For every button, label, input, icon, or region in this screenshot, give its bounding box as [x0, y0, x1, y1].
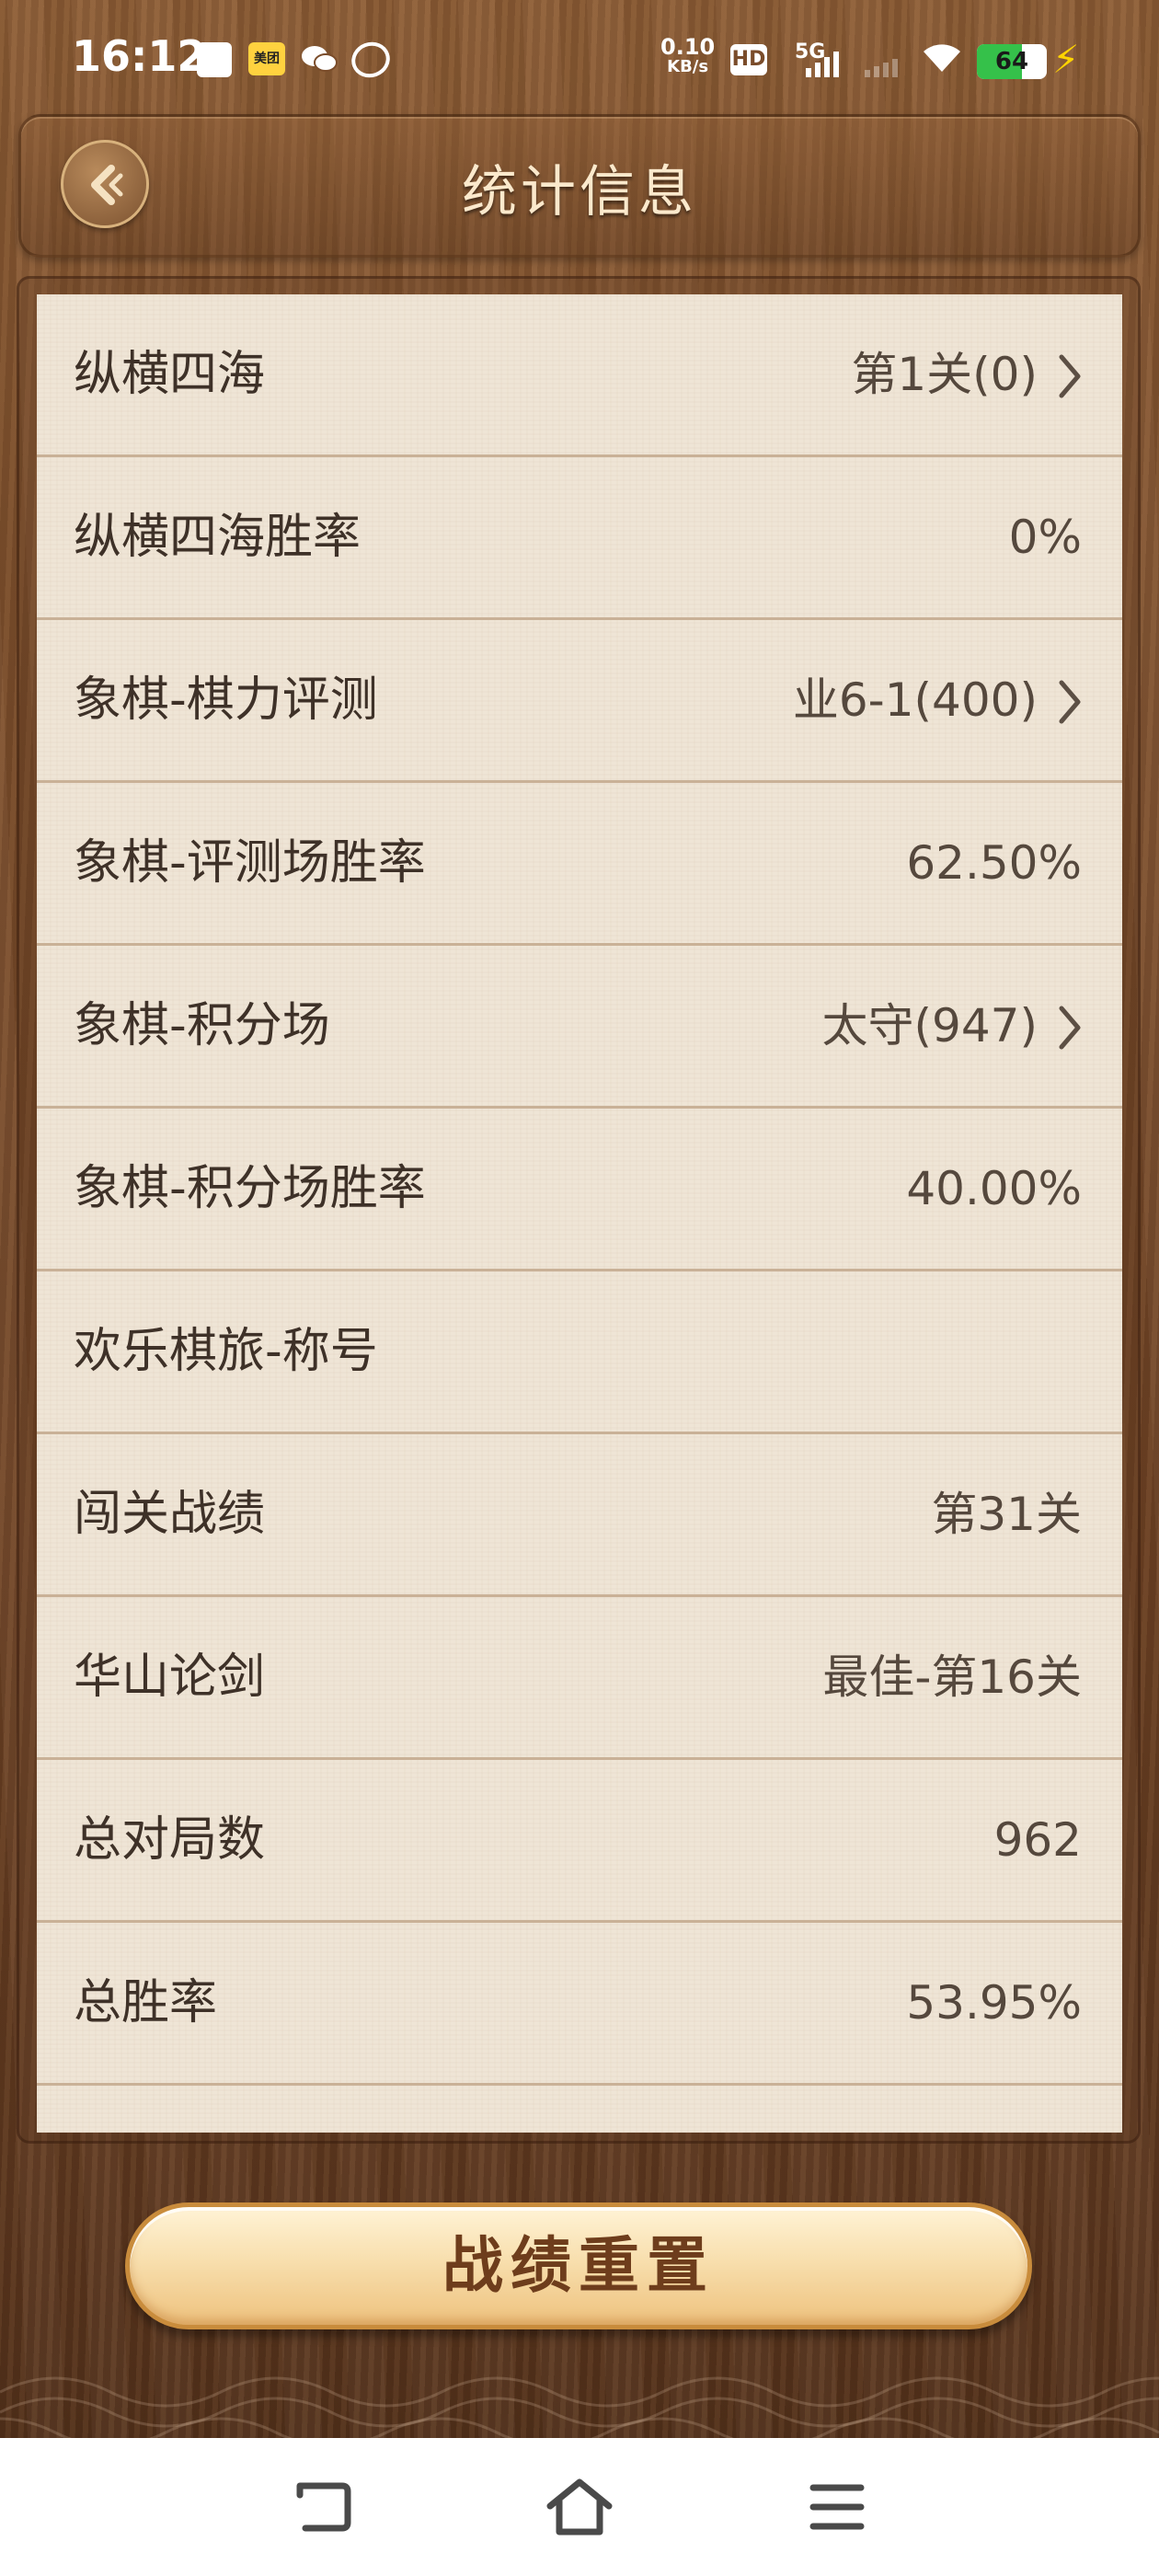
- wechat-icon: [300, 42, 339, 75]
- stat-label: 象棋-棋力评测: [74, 673, 378, 728]
- status-time: 16:12: [72, 31, 207, 81]
- stat-value: 第1关(0): [851, 348, 1038, 401]
- stat-value: 0%: [1008, 511, 1082, 564]
- stat-label: 闯关战绩: [74, 1487, 266, 1542]
- network-speed-value: 0.10: [660, 34, 716, 60]
- home-icon: [546, 2478, 613, 2536]
- navigation-bar: [0, 2438, 1159, 2576]
- charging-icon: ⚡: [1052, 37, 1080, 82]
- stat-row[interactable]: 象棋-棋力评测 业6-1(400): [37, 620, 1122, 783]
- chevron-right-icon[interactable]: [1054, 351, 1085, 401]
- page-title: 统计信息: [462, 160, 697, 224]
- stat-row: 纵横四海胜率 0%: [37, 457, 1122, 620]
- stat-value: 53.95%: [906, 1976, 1082, 2030]
- back-nav-button[interactable]: [287, 2475, 361, 2539]
- stat-label: 欢乐棋旅-称号: [74, 1324, 378, 1379]
- signal-2-icon: [865, 46, 898, 77]
- white-square-icon: [197, 42, 232, 77]
- reset-record-button[interactable]: 战绩重置: [125, 2202, 1032, 2329]
- signal-icon: [806, 46, 839, 77]
- stat-value: 第31关: [931, 1488, 1082, 1541]
- stat-label: 总对局数: [74, 1812, 266, 1868]
- stat-label: 纵横四海: [74, 347, 266, 402]
- status-bar: 16:12 美团 0.10 KB/s HD 5G 64 ⚡: [0, 0, 1159, 120]
- stat-value: 太守(947): [821, 999, 1038, 1052]
- stat-row: 总对局数 962: [37, 1760, 1122, 1923]
- menu-nav-button[interactable]: [800, 2475, 874, 2539]
- meituan-icon: 美团: [248, 42, 285, 75]
- stat-label: 总胜率: [74, 1975, 218, 2030]
- network-speed-unit: KB/s: [667, 57, 709, 76]
- home-nav-button[interactable]: [543, 2475, 616, 2539]
- stat-row: 欢乐棋旅-称号: [37, 1271, 1122, 1434]
- stat-row: 闯关战绩 第31关: [37, 1434, 1122, 1597]
- stat-value: 962: [993, 1813, 1082, 1867]
- stat-label: 华山论剑: [74, 1650, 266, 1705]
- back-nav-icon: [296, 2482, 351, 2532]
- stat-value: 62.50%: [906, 836, 1082, 890]
- menu-icon: [809, 2484, 865, 2530]
- stat-value: 业6-1(400): [792, 673, 1038, 727]
- stat-row: 象棋-积分场胜率 40.00%: [37, 1109, 1122, 1271]
- stat-label: 象棋-积分场胜率: [74, 1161, 426, 1216]
- wave-decoration: [0, 2376, 1159, 2438]
- chevron-right-icon[interactable]: [1054, 677, 1085, 727]
- stat-value: 40.00%: [906, 1162, 1082, 1215]
- stat-label: 象棋-评测场胜率: [74, 835, 426, 891]
- stat-row[interactable]: 纵横四海 第1关(0): [37, 294, 1122, 457]
- stat-row[interactable]: 象棋-积分场 太守(947): [37, 946, 1122, 1109]
- stat-row: 总胜率 53.95%: [37, 1923, 1122, 2086]
- chevron-right-icon[interactable]: [1054, 1003, 1085, 1052]
- stat-row: 象棋-评测场胜率 62.50%: [37, 783, 1122, 946]
- stat-label: 纵横四海胜率: [74, 510, 361, 565]
- hd-icon: HD: [730, 44, 767, 75]
- battery-level: 64: [994, 48, 1029, 75]
- stat-value: 最佳-第16关: [822, 1650, 1082, 1704]
- stat-label: 象棋-积分场: [74, 998, 330, 1053]
- wifi-icon: [920, 39, 964, 85]
- network-speed: 0.10 KB/s: [660, 34, 716, 77]
- stat-row: 华山论剑 最佳-第16关: [37, 1597, 1122, 1760]
- battery-icon: 64: [977, 44, 1047, 79]
- stats-list: 纵横四海 第1关(0) 纵横四海胜率 0% 象棋-棋力评测 业6-1(400) 象棋-评测场…: [37, 294, 1122, 2133]
- browser-icon: [346, 36, 396, 84]
